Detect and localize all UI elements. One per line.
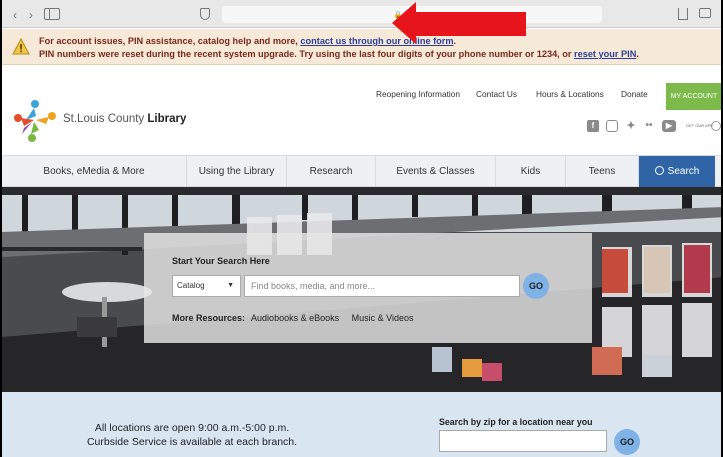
library-name[interactable]: St.Louis County Library [63,113,186,125]
chevron-down-icon: ▼ [227,282,234,289]
alert-text-2-end: . [636,49,639,59]
browser-toolbar: ‹ › 🔒 slcl.org [2,0,721,28]
locations-section: All locations are open 9:00 a.m.-5:00 p.… [2,392,721,457]
nav-kids[interactable]: Kids [496,156,566,187]
library-logo-icon[interactable] [12,96,58,142]
nav-teens[interactable]: Teens [566,156,639,187]
catalog-search-input[interactable]: Find books, media, and more... [244,275,520,297]
nav-books-emedia[interactable]: Books, eMedia & More [2,156,187,187]
main-nav: Books, eMedia & More Using the Library R… [2,155,721,187]
more-resources: More Resources: Audiobooks & eBooks Musi… [172,313,414,323]
warning-icon [12,38,30,55]
nav-events-classes[interactable]: Events & Classes [376,156,496,187]
zip-search-label: Search by zip for a location near you [439,417,593,427]
instagram-icon[interactable] [606,120,618,132]
facebook-icon[interactable]: f [587,120,599,132]
nav-search-button[interactable]: Search [639,156,715,187]
hours-line-1: All locations are open 9:00 a.m.-5:00 p.… [94,422,290,434]
zip-go-button[interactable]: GO [614,429,640,455]
hours-notice: All locations are open 9:00 a.m.-5:00 p.… [2,421,382,449]
back-icon[interactable]: ‹ [8,8,22,22]
browser-window: ‹ › 🔒 slcl.org For account issues, PIN a… [0,0,723,457]
music-videos-link[interactable]: Music & Videos [352,313,414,323]
catalog-search-panel: Start Your Search Here Catalog ▼ Find bo… [144,233,592,343]
contact-us-link[interactable]: Contact Us [476,89,517,99]
youtube-icon[interactable]: ▶ [662,120,676,132]
share-icon[interactable] [678,8,688,20]
search-icon [654,166,664,175]
my-account-button[interactable]: MY ACCOUNT [666,83,721,110]
catalog-go-button[interactable]: GO [523,273,549,299]
forward-icon[interactable]: › [24,8,38,22]
nav-using-library[interactable]: Using the Library [187,156,287,187]
annotation-arrow-icon [392,2,526,44]
alert-text-1: For account issues, PIN assistance, cata… [39,36,301,46]
hours-locations-link[interactable]: Hours & Locations [536,89,604,99]
search-scope-select[interactable]: Catalog ▼ [172,275,241,297]
audiobooks-link[interactable]: Audiobooks & eBooks [251,313,339,323]
brand-bold: Library [147,113,187,125]
reset-pin-link[interactable]: reset your PIN [574,49,636,59]
alert-text-2: PIN numbers were reset during the recent… [39,49,575,59]
alert-line-2: PIN numbers were reset during the recent… [39,49,639,59]
site-header: St.Louis County Library Reopening Inform… [2,66,721,155]
search-scope-value: Catalog [177,281,205,290]
donate-link[interactable]: Donate [621,89,648,99]
more-resources-label: More Resources: [172,313,246,323]
privacy-shield-icon[interactable] [200,8,210,20]
alert-banner: For account issues, PIN assistance, cata… [2,29,721,65]
brand-light: St.Louis County [63,113,148,125]
twitter-icon[interactable]: ✦ [625,120,637,132]
hero-banner: Start Your Search Here Catalog ▼ Find bo… [2,187,721,392]
tabs-icon[interactable] [699,8,711,18]
get-app-link[interactable]: GET OUR APP [686,123,713,128]
reopening-link[interactable]: Reopening Information [376,89,460,99]
zip-search-input[interactable] [439,430,607,452]
sidebar-icon[interactable] [44,8,60,20]
flickr-icon[interactable]: •• [643,120,655,132]
search-heading: Start Your Search Here [172,256,270,266]
app-icon[interactable] [711,121,721,131]
hours-line-2: Curbside Service is available at each br… [86,436,298,448]
nav-search-label: Search [667,166,700,177]
nav-research[interactable]: Research [287,156,376,187]
